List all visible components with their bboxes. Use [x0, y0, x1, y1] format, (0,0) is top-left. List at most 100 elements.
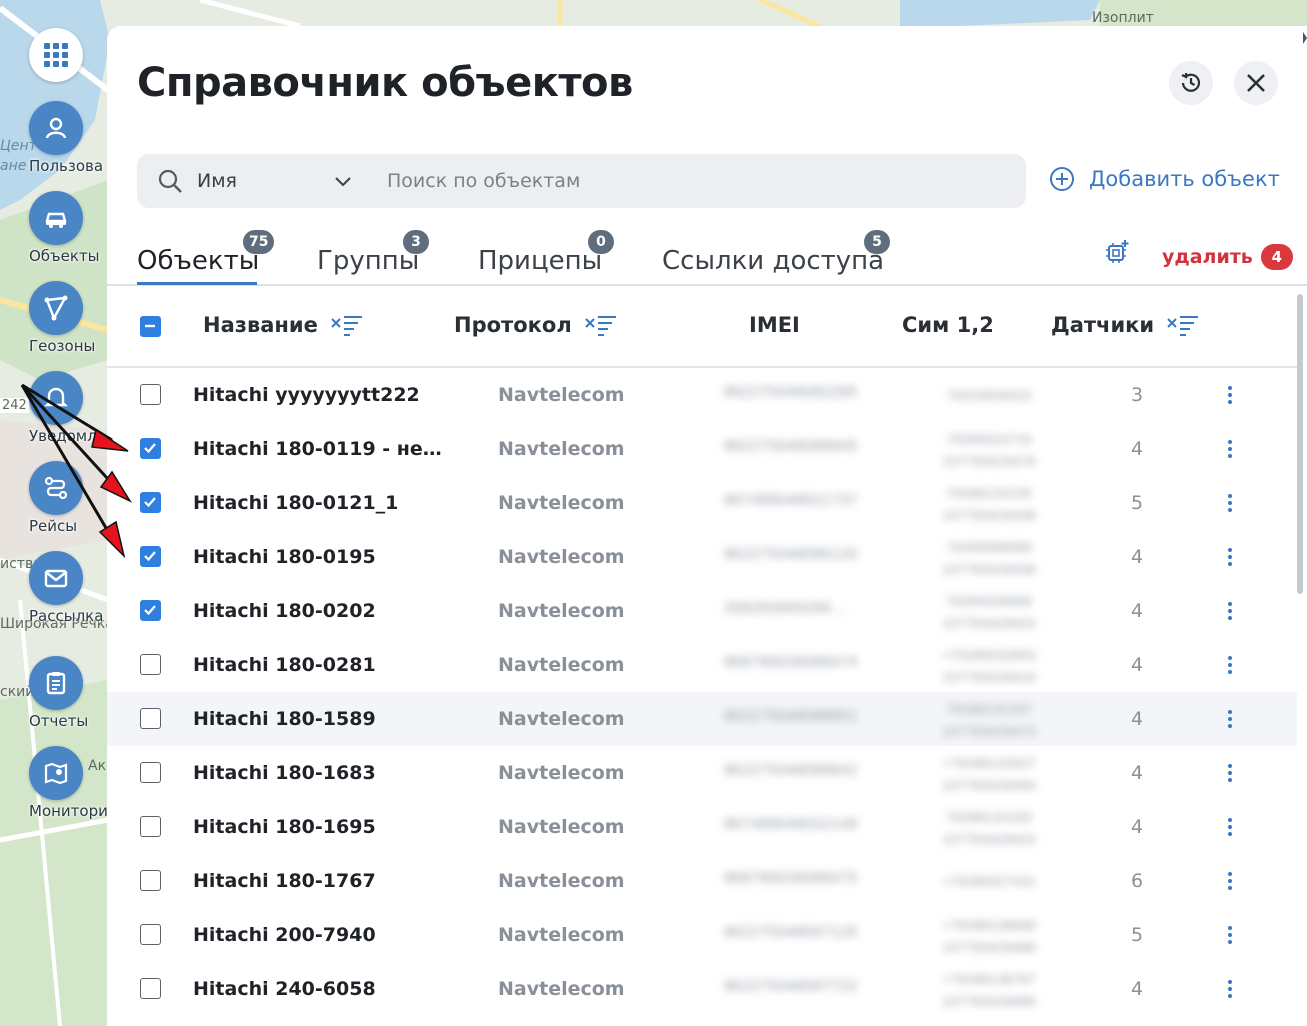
add-object-button[interactable]: Добавить объект	[1049, 166, 1280, 192]
column-header-sensors[interactable]: Датчики	[1051, 313, 1200, 337]
row-menu-button[interactable]	[1223, 924, 1237, 946]
history-button[interactable]	[1169, 61, 1213, 105]
table-row[interactable]: Hitachi yyyyyyytt222 Navtelecom 8622750480…	[107, 368, 1297, 422]
sidebar-item-label: Уведомл	[29, 427, 97, 445]
tab-trailers[interactable]: Прицепы 0	[478, 230, 614, 276]
tab-objects[interactable]: Объекты 75	[137, 230, 275, 276]
row-checkbox[interactable]	[140, 924, 161, 945]
sidebar-item-label: Объекты	[29, 247, 100, 265]
chevron-down-icon[interactable]	[333, 171, 353, 191]
geozone-icon	[29, 281, 83, 335]
table-row[interactable]: Hitachi 180-0281 Navtelecom 86878903908847…	[107, 638, 1297, 692]
object-sim: +79289332853 107783428424	[929, 644, 1049, 688]
delete-button[interactable]: удалить 4	[1162, 244, 1293, 270]
object-name[interactable]: Hitachi 180-1683	[193, 762, 443, 784]
row-checkbox[interactable]	[140, 816, 161, 837]
column-header-imei: IMEI	[749, 313, 800, 337]
mail-icon	[29, 551, 83, 605]
sim-number: +79288138688	[942, 917, 1036, 933]
object-name[interactable]: Hitachi 180-1695	[193, 816, 443, 838]
object-name[interactable]: Hitachi 180-1767	[193, 870, 443, 892]
search-input[interactable]	[387, 162, 1007, 200]
object-imei: 867489048032149	[724, 816, 858, 833]
add-chip-button[interactable]	[1103, 238, 1131, 271]
sort-clear-icon[interactable]	[330, 313, 364, 337]
object-name[interactable]: Hitachi 180-1589	[193, 708, 443, 730]
table-row[interactable]: Hitachi 180-0202 Navtelecom 358283069299… 7…	[107, 584, 1297, 638]
tab-groups[interactable]: Группы 3	[317, 230, 429, 276]
row-checkbox[interactable]	[140, 438, 161, 459]
column-header-label: Датчики	[1051, 313, 1155, 337]
row-menu-button[interactable]	[1223, 762, 1237, 784]
row-checkbox[interactable]	[140, 384, 161, 405]
kebab-menu-icon	[1228, 980, 1232, 998]
row-menu-button[interactable]	[1223, 816, 1237, 838]
table-row[interactable]: Hitachi 180-1695 Navtelecom 86748904803214…	[107, 800, 1297, 854]
row-checkbox[interactable]	[140, 600, 161, 621]
sim-number: 79203928422	[946, 387, 1032, 403]
object-name[interactable]: Hitachi 240-6058	[193, 978, 443, 1000]
row-menu-button[interactable]	[1223, 708, 1237, 730]
search-icon	[158, 169, 182, 193]
object-sensor-count: 4	[1130, 600, 1144, 622]
row-checkbox[interactable]	[140, 492, 161, 513]
table-row[interactable]: Hitachi 180-1589 Navtelecom 86227504808885…	[107, 692, 1297, 746]
table-row[interactable]: Hitachi 180-0119 - непр… Navtelecom 862275…	[107, 422, 1297, 476]
kebab-menu-icon	[1228, 386, 1232, 404]
row-menu-button[interactable]	[1223, 438, 1237, 460]
table-row[interactable]: Hitachi 180-1683 Navtelecom 86227504808884…	[107, 746, 1297, 800]
object-sim: 79288133150 107783429438	[929, 482, 1049, 526]
search-field-select[interactable]: Имя	[197, 170, 237, 192]
row-checkbox[interactable]	[140, 546, 161, 567]
sort-clear-icon[interactable]	[1166, 313, 1200, 337]
tab-access-links[interactable]: Ссылки доступа 5	[662, 230, 890, 276]
chip-add-icon	[1106, 240, 1129, 263]
tab-label: Объекты	[137, 246, 260, 276]
table-row[interactable]: Hitachi 180-0195 Navtelecom 86227504808612…	[107, 530, 1297, 584]
object-imei: 862275048088842	[724, 762, 858, 779]
row-menu-button[interactable]	[1223, 870, 1237, 892]
row-menu-button[interactable]	[1223, 384, 1237, 406]
row-checkbox[interactable]	[140, 654, 161, 675]
tab-count-badge: 3	[403, 230, 429, 254]
column-header-name[interactable]: Название	[203, 313, 364, 337]
map-label: Ак	[88, 758, 107, 774]
object-protocol: Navtelecom	[498, 600, 625, 622]
row-menu-button[interactable]	[1223, 492, 1237, 514]
object-name[interactable]: Hitachi 180-0121_1	[193, 492, 443, 514]
close-icon	[1247, 74, 1265, 92]
sort-clear-icon[interactable]	[584, 313, 618, 337]
apps-menu-button[interactable]	[29, 28, 83, 82]
object-name[interactable]: Hitachi yyyyyyytt222	[193, 384, 443, 406]
column-header-protocol[interactable]: Протокол	[454, 313, 618, 337]
table-row[interactable]: Hitachi 200-7940 Navtelecom 86227504809712…	[107, 908, 1297, 962]
scrollbar[interactable]	[1297, 294, 1303, 594]
row-checkbox[interactable]	[140, 708, 161, 729]
object-name[interactable]: Hitachi 180-0195	[193, 546, 443, 568]
object-name[interactable]: Hitachi 180-0119 - непр…	[193, 438, 443, 460]
sim-number: 79289328989	[946, 593, 1032, 609]
car-icon	[29, 191, 83, 245]
row-checkbox[interactable]	[140, 762, 161, 783]
search-bar: Имя	[137, 154, 1026, 208]
close-button[interactable]	[1234, 61, 1278, 105]
table-row[interactable]: Hitachi 240-6058 Navtelecom 86227504809772…	[107, 962, 1297, 1016]
select-all-checkbox[interactable]	[140, 316, 161, 337]
row-menu-button[interactable]	[1223, 546, 1237, 568]
row-menu-button[interactable]	[1223, 978, 1237, 1000]
object-name[interactable]: Hitachi 180-0281	[193, 654, 443, 676]
user-icon	[29, 101, 83, 155]
sim-number: 79289324716	[946, 431, 1032, 447]
kebab-menu-icon	[1228, 548, 1232, 566]
row-menu-button[interactable]	[1223, 600, 1237, 622]
table-row[interactable]: Hitachi 180-0121_1 Navtelecom 867489048021…	[107, 476, 1297, 530]
object-name[interactable]: Hitachi 180-0202	[193, 600, 443, 622]
sim-number: 107783429478	[942, 453, 1036, 469]
row-menu-button[interactable]	[1223, 654, 1237, 676]
object-protocol: Navtelecom	[498, 708, 625, 730]
row-checkbox[interactable]	[140, 870, 161, 891]
scroll-up-arrow-icon[interactable]	[1303, 32, 1307, 44]
row-checkbox[interactable]	[140, 978, 161, 999]
table-row[interactable]: Hitachi 180-1767 Navtelecom 86878903908847…	[107, 854, 1297, 908]
object-name[interactable]: Hitachi 200-7940	[193, 924, 443, 946]
